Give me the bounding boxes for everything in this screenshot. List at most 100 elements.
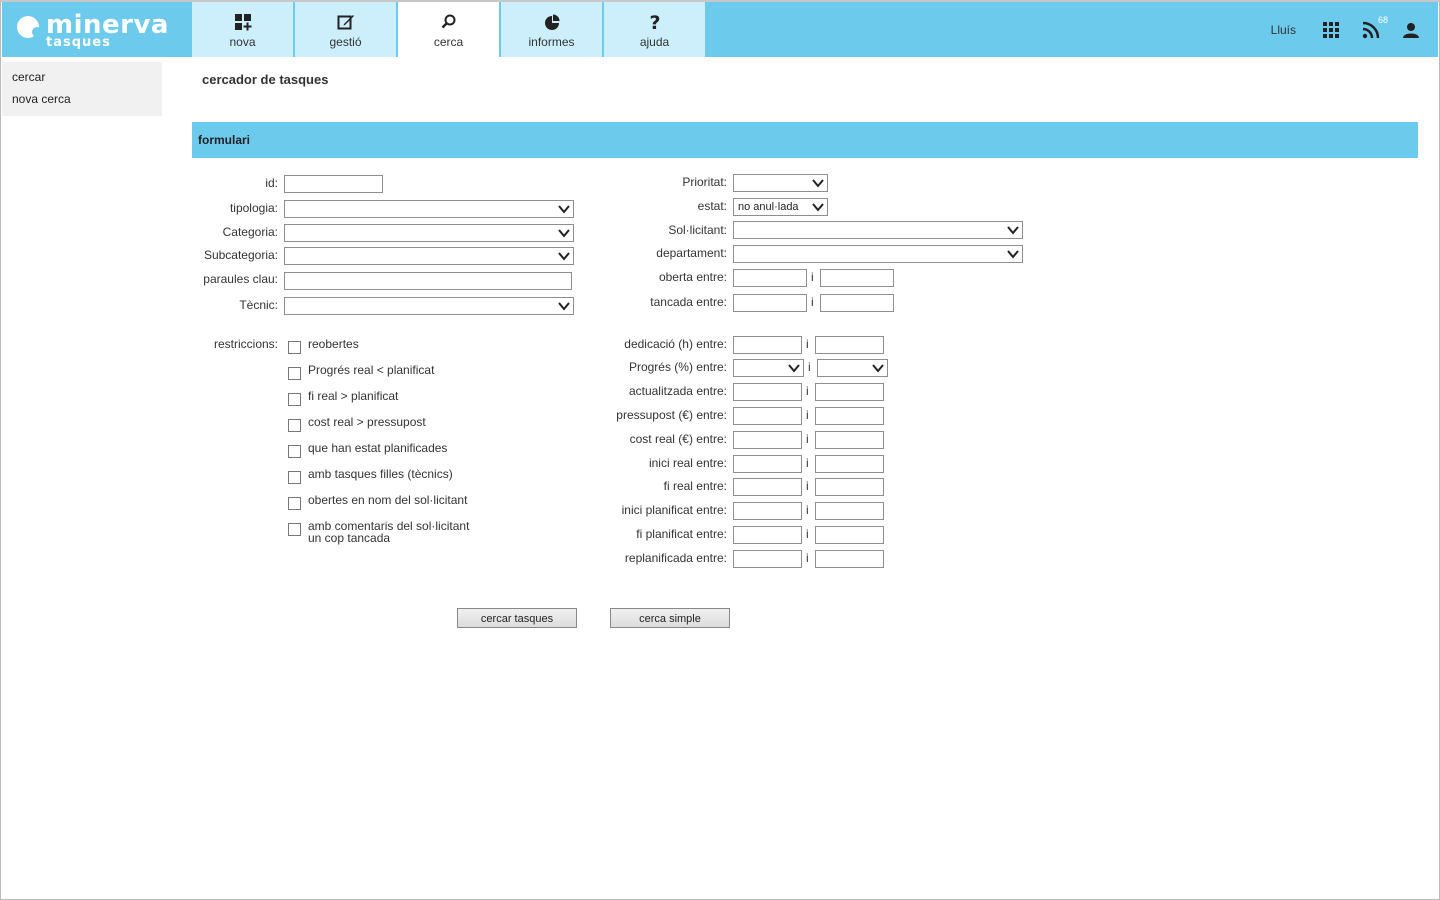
cost-real-from-input[interactable]: [733, 431, 802, 449]
checkbox-planificades[interactable]: [288, 445, 301, 458]
dedicacio-label: dedicació (h) entre:: [624, 337, 727, 351]
sidebar: cercar nova cerca: [2, 62, 162, 116]
checkbox-label: fi real > planificat: [308, 389, 399, 403]
checkbox-comentaris[interactable]: [288, 523, 301, 536]
tab-label: informes: [528, 35, 575, 49]
search-tasks-button[interactable]: cercar tasques: [457, 608, 577, 628]
cost-real-to-input[interactable]: [815, 431, 884, 449]
paraules-clau-label: paraules clau:: [203, 272, 278, 286]
checkbox-tasques-filles[interactable]: [288, 471, 301, 484]
tecnic-label: Tècnic:: [239, 298, 278, 312]
pressupost-to-input[interactable]: [815, 407, 884, 425]
inici-planificat-to-input[interactable]: [815, 502, 884, 520]
pressupost-label: pressupost (€) entre:: [616, 408, 727, 422]
section-header: formulari: [192, 122, 1418, 158]
fi-real-from-input[interactable]: [733, 478, 802, 496]
restriccions-label: restriccions:: [213, 337, 278, 351]
tab-gestio[interactable]: gestió: [295, 2, 396, 57]
prioritat-select[interactable]: [733, 174, 828, 192]
id-label: id:: [265, 176, 278, 190]
tab-cerca[interactable]: cerca: [398, 2, 499, 58]
top-bar: minerva tasques nova gestió cerca inform…: [2, 2, 1438, 58]
subcategoria-label: Subcategoria:: [203, 248, 278, 262]
inici-real-from-input[interactable]: [733, 455, 802, 473]
chevron-down-icon: [788, 364, 800, 373]
app-logo[interactable]: minerva tasques: [16, 10, 176, 54]
sollicitant-select[interactable]: [733, 221, 1023, 239]
sollicitant-label: Sol·licitant:: [668, 223, 727, 237]
tab-label: cerca: [433, 35, 464, 49]
oberta-to-input[interactable]: [820, 269, 894, 287]
rss-feed-icon[interactable]: 68: [1360, 15, 1388, 41]
replanificada-label: replanificada entre:: [624, 551, 727, 565]
apps-grid-icon[interactable]: [1320, 19, 1342, 41]
sidebar-item-nova-cerca[interactable]: nova cerca: [12, 92, 152, 106]
tab-informes[interactable]: informes: [501, 2, 602, 57]
actualitzada-to-input[interactable]: [815, 383, 884, 401]
tancada-to-input[interactable]: [820, 294, 894, 312]
fi-planificat-from-input[interactable]: [733, 526, 802, 544]
inici-real-label: inici real entre:: [648, 456, 727, 470]
question-icon: ?: [645, 12, 665, 32]
fi-planificat-to-input[interactable]: [815, 526, 884, 544]
range-separator: i: [806, 456, 809, 470]
estat-select[interactable]: no anul·lada: [733, 198, 828, 216]
oberta-from-input[interactable]: [733, 269, 807, 287]
range-separator: i: [806, 384, 809, 398]
dedicacio-to-input[interactable]: [815, 336, 884, 354]
pie-chart-icon: [542, 12, 562, 32]
chevron-down-icon: [558, 229, 570, 238]
chevron-down-icon: [1007, 250, 1019, 259]
rss-count-badge: 68: [1377, 14, 1388, 25]
tipologia-label: tipologia:: [229, 201, 278, 215]
checkbox-obertes-sollicitant[interactable]: [288, 497, 301, 510]
sidebar-item-cercar[interactable]: cercar: [12, 70, 152, 84]
tab-nova[interactable]: nova: [192, 2, 293, 57]
estat-selected-value: no anul·lada: [738, 201, 799, 213]
range-separator: i: [806, 503, 809, 517]
progres-label: Progrés (%) entre:: [628, 360, 727, 374]
grid-plus-icon: [233, 12, 253, 32]
replanificada-to-input[interactable]: [815, 550, 884, 568]
tancada-from-input[interactable]: [733, 294, 807, 312]
subcategoria-select[interactable]: [284, 247, 574, 265]
departament-select[interactable]: [733, 245, 1023, 263]
tecnic-select[interactable]: [284, 297, 574, 315]
tab-label: nova: [229, 35, 256, 49]
checkbox-label: amb tasques filles (tècnics): [308, 467, 453, 481]
progres-to-select[interactable]: [817, 359, 888, 377]
pressupost-from-input[interactable]: [733, 407, 802, 425]
checkbox-label: reobertes: [308, 337, 359, 351]
chevron-down-icon: [812, 203, 824, 212]
checkbox-progres-real[interactable]: [288, 367, 301, 380]
checkbox-fi-real[interactable]: [288, 393, 301, 406]
main-tabs: nova gestió cerca informes ? ajuda: [192, 2, 707, 58]
tab-ajuda[interactable]: ? ajuda: [604, 2, 705, 57]
inici-planificat-from-input[interactable]: [733, 502, 802, 520]
prioritat-label: Prioritat:: [682, 175, 727, 189]
tipologia-select[interactable]: [284, 200, 574, 218]
dedicacio-from-input[interactable]: [733, 336, 802, 354]
replanificada-from-input[interactable]: [733, 550, 802, 568]
chevron-down-icon: [1007, 226, 1019, 235]
chevron-down-icon: [558, 302, 570, 311]
svg-text:?: ?: [649, 13, 660, 31]
inici-real-to-input[interactable]: [815, 455, 884, 473]
range-separator: i: [806, 337, 809, 351]
tancada-label: tancada entre:: [650, 295, 727, 309]
user-name[interactable]: Lluís: [1271, 23, 1296, 37]
checkbox-cost-real[interactable]: [288, 419, 301, 432]
progres-from-select[interactable]: [733, 359, 804, 377]
actualitzada-from-input[interactable]: [733, 383, 802, 401]
simple-search-button[interactable]: cerca simple: [610, 608, 730, 628]
chevron-down-icon: [872, 364, 884, 373]
paraules-clau-input[interactable]: [284, 272, 572, 290]
fi-real-to-input[interactable]: [815, 478, 884, 496]
user-icon[interactable]: [1400, 19, 1422, 41]
id-input[interactable]: [284, 175, 383, 193]
checkbox-label-continued: un cop tancada: [308, 531, 391, 545]
categoria-select[interactable]: [284, 224, 574, 242]
chevron-down-icon: [812, 179, 824, 188]
checkbox-reobertes[interactable]: [288, 341, 301, 354]
estat-label: estat:: [697, 199, 727, 213]
